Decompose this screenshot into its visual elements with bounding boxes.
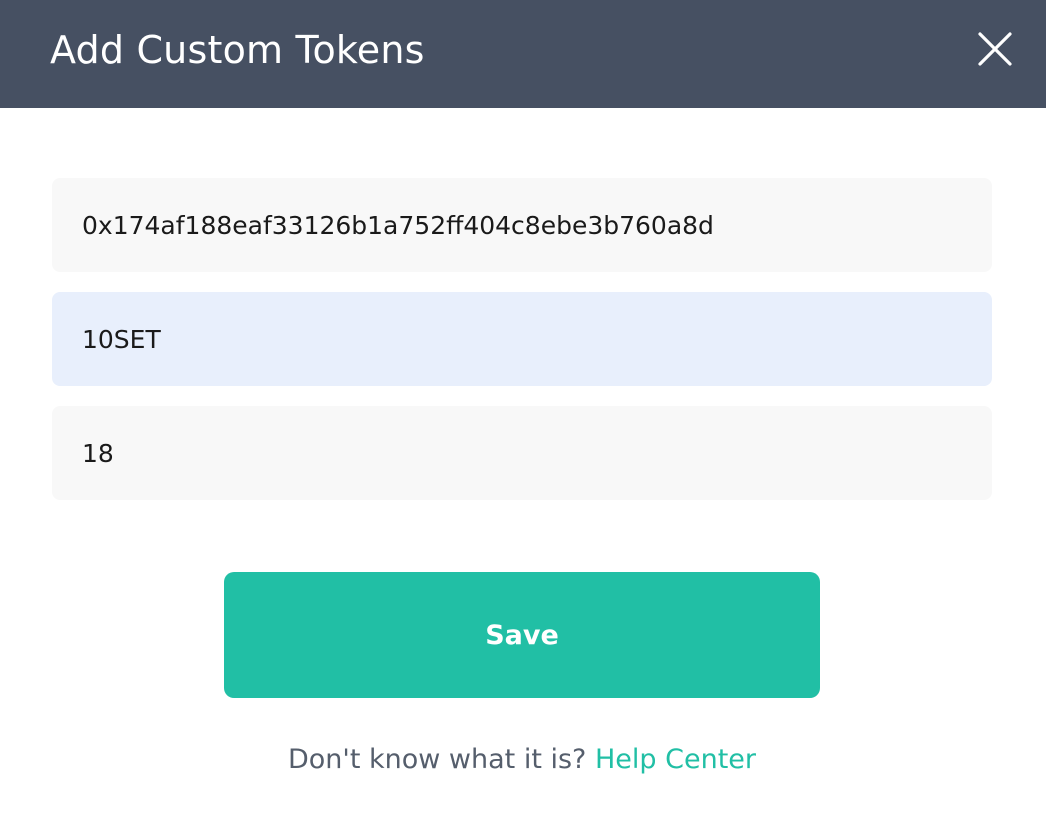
decimals-field[interactable] bbox=[52, 406, 992, 500]
close-button[interactable] bbox=[970, 24, 1020, 74]
help-center-link[interactable]: Help Center bbox=[595, 744, 756, 775]
token-symbol-input[interactable] bbox=[82, 324, 962, 354]
add-custom-tokens-dialog: Add Custom Tokens Save Don't know what i… bbox=[0, 0, 1046, 836]
dialog-title: Add Custom Tokens bbox=[50, 28, 425, 72]
close-icon bbox=[978, 32, 1012, 66]
decimals-input[interactable] bbox=[82, 438, 962, 468]
token-symbol-field[interactable] bbox=[52, 292, 992, 386]
contract-address-input[interactable] bbox=[82, 210, 962, 240]
save-button[interactable]: Save bbox=[224, 572, 820, 698]
help-line: Don't know what it is? Help Center bbox=[0, 740, 1044, 780]
dialog-header: Add Custom Tokens bbox=[0, 0, 1046, 108]
help-prompt: Don't know what it is? bbox=[287, 744, 587, 775]
contract-address-field[interactable] bbox=[52, 178, 992, 272]
